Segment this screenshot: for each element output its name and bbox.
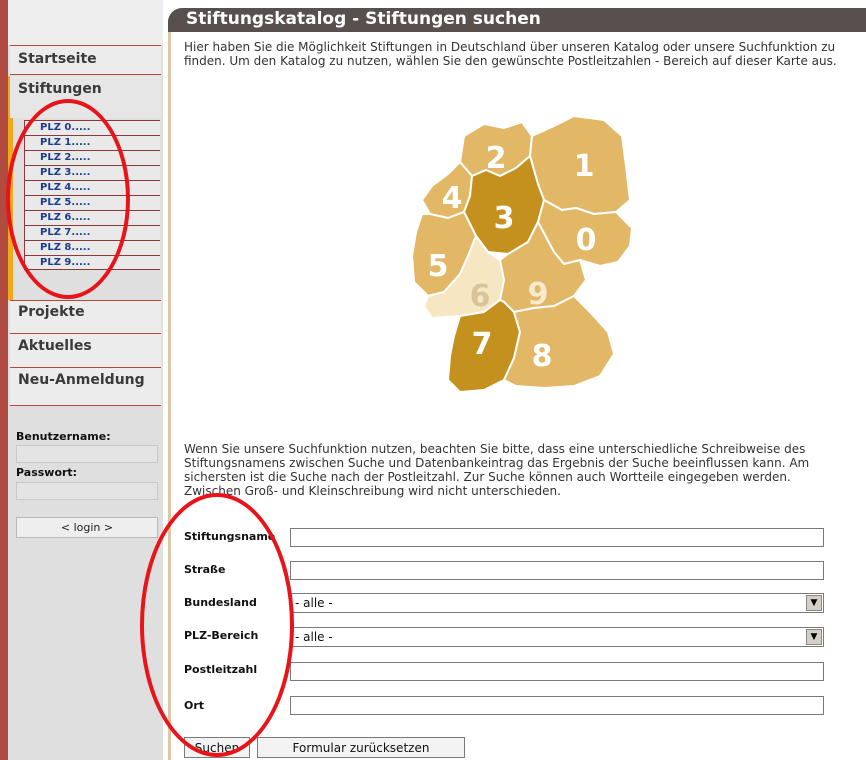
bundesland-select[interactable]: - alle - ▼ xyxy=(290,593,824,613)
nav-neu-anmeldung[interactable]: Neu-Anmeldung xyxy=(10,368,161,406)
map-number-3: 3 xyxy=(494,201,515,236)
bundesland-value: - alle - xyxy=(295,596,333,610)
stiftungsname-input[interactable] xyxy=(290,528,824,547)
sidebar-header-blank xyxy=(8,0,163,45)
map-number-5: 5 xyxy=(428,249,449,284)
username-label: Benutzername: xyxy=(16,430,111,443)
chevron-down-icon[interactable]: ▼ xyxy=(806,595,822,611)
map-number-8: 8 xyxy=(532,339,553,374)
map-number-2: 2 xyxy=(486,141,507,176)
sidebar-stripe xyxy=(0,0,8,760)
chevron-down-icon[interactable]: ▼ xyxy=(806,629,822,645)
nav-startseite-label: Startseite xyxy=(18,51,97,67)
nav-startseite[interactable]: Startseite xyxy=(10,45,161,75)
intro-text: Hier haben Sie die Möglichkeit Stiftunge… xyxy=(184,40,837,68)
plz-bereich-value: - alle - xyxy=(295,630,333,644)
map-number-7: 7 xyxy=(472,327,493,362)
map-number-4: 4 xyxy=(442,181,463,216)
map-region-8[interactable] xyxy=(503,295,615,389)
map-number-1: 1 xyxy=(574,149,595,184)
strasse-input[interactable] xyxy=(290,561,824,580)
search-hint: Wenn Sie unsere Suchfunktion nutzen, bea… xyxy=(184,442,810,498)
germany-map-graphic: 0 1 2 3 4 5 6 7 8 9 xyxy=(411,115,633,393)
page-title-bar: Stiftungskatalog - Stiftungen suchen xyxy=(168,8,866,32)
password-label: Passwort: xyxy=(16,466,78,479)
username-input[interactable] xyxy=(16,445,158,463)
annotation-circle-form xyxy=(140,493,294,757)
plz-bereich-select[interactable]: - alle - ▼ xyxy=(290,627,824,647)
germany-plz-map: 0 1 2 3 4 5 6 7 8 9 xyxy=(404,96,650,406)
nav-projekte-label: Projekte xyxy=(18,304,85,320)
nav-neu-anmeldung-label: Neu-Anmeldung xyxy=(18,372,145,388)
login-button[interactable]: < login > xyxy=(16,517,158,538)
map-number-0: 0 xyxy=(576,223,597,258)
page-title: Stiftungskatalog - Stiftungen suchen xyxy=(186,9,541,29)
postleitzahl-input[interactable] xyxy=(290,662,824,681)
nav-projekte[interactable]: Projekte xyxy=(10,300,161,334)
ort-input[interactable] xyxy=(290,696,824,715)
nav-aktuelles-label: Aktuelles xyxy=(18,338,92,354)
map-number-6: 6 xyxy=(470,279,491,314)
map-number-9: 9 xyxy=(528,277,549,312)
password-input[interactable] xyxy=(16,482,158,500)
nav-aktuelles[interactable]: Aktuelles xyxy=(10,334,161,368)
reset-button[interactable]: Formular zurücksetzen xyxy=(257,737,465,758)
annotation-circle-plz xyxy=(6,99,130,299)
nav-stiftungen-label: Stiftungen xyxy=(18,81,102,97)
